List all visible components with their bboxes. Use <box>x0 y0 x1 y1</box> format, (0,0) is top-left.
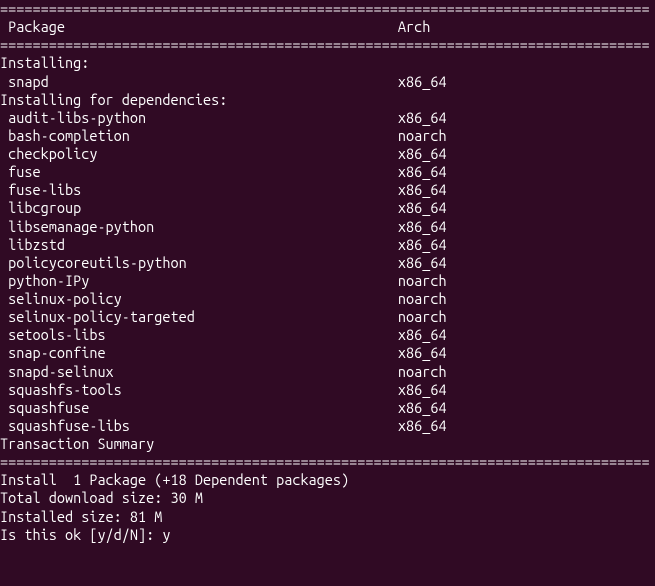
terminal-line: Total download size: 30 M <box>0 489 655 507</box>
terminal-line: selinux-policy noarch <box>0 290 655 308</box>
terminal-line: policycoreutils-python x86_64 <box>0 254 655 272</box>
terminal-line: Installing for dependencies: <box>0 91 655 109</box>
terminal-line: setools-libs x86_64 <box>0 326 655 344</box>
terminal-line: squashfuse x86_64 <box>0 399 655 417</box>
terminal-line: ========================================… <box>0 36 655 54</box>
terminal-line: ========================================… <box>0 453 655 471</box>
terminal-line: Package Arch <box>0 18 655 36</box>
terminal-line: squashfs-tools x86_64 <box>0 381 655 399</box>
terminal-line: libzstd x86_64 <box>0 236 655 254</box>
confirm-prompt-label: Is this ok [y/d/N]: <box>0 526 162 543</box>
terminal-line: squashfuse-libs x86_64 <box>0 417 655 435</box>
terminal-line: libsemanage-python x86_64 <box>0 218 655 236</box>
terminal-line: libcgroup x86_64 <box>0 199 655 217</box>
terminal-line: Installed size: 81 M <box>0 508 655 526</box>
confirm-prompt-line: Is this ok [y/d/N]: y <box>0 526 655 544</box>
terminal-line: Transaction Summary <box>0 435 655 453</box>
terminal-line: fuse x86_64 <box>0 163 655 181</box>
terminal-line: fuse-libs x86_64 <box>0 181 655 199</box>
confirm-prompt-input[interactable]: y <box>162 526 170 543</box>
terminal-line: python-IPy noarch <box>0 272 655 290</box>
terminal-output: ========================================… <box>0 0 655 544</box>
terminal-line: Installing: <box>0 54 655 72</box>
terminal-line: checkpolicy x86_64 <box>0 145 655 163</box>
terminal-line: snapd x86_64 <box>0 73 655 91</box>
terminal-line: ========================================… <box>0 0 655 18</box>
terminal-line: Install 1 Package (+18 Dependent package… <box>0 471 655 489</box>
terminal-line: snap-confine x86_64 <box>0 344 655 362</box>
terminal-line: audit-libs-python x86_64 <box>0 109 655 127</box>
terminal-line: selinux-policy-targeted noarch <box>0 308 655 326</box>
terminal-line: bash-completion noarch <box>0 127 655 145</box>
terminal-line: snapd-selinux noarch <box>0 363 655 381</box>
